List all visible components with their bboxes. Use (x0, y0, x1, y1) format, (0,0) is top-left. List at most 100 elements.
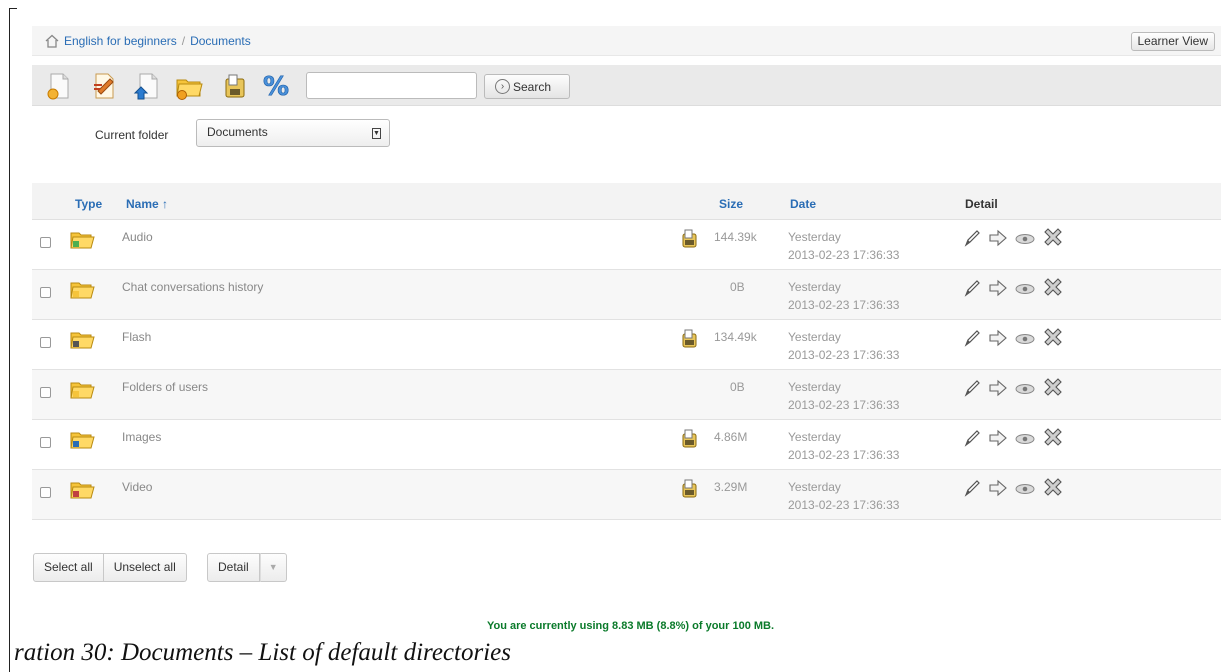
row-date-relative: Yesterday (788, 380, 841, 394)
row-checkbox[interactable] (40, 337, 51, 348)
home-icon[interactable] (44, 34, 60, 48)
row-date-relative: Yesterday (788, 430, 841, 444)
row-date-absolute: 2013-02-23 17:36:33 (788, 448, 900, 462)
row-checkbox[interactable] (40, 237, 51, 248)
column-detail: Detail (965, 197, 998, 211)
visibility-eye-icon[interactable] (1014, 278, 1036, 298)
edit-pencil-icon[interactable] (962, 478, 982, 498)
download-icon[interactable] (680, 478, 699, 498)
video-folder-icon[interactable] (69, 477, 95, 501)
column-date[interactable]: Date (790, 197, 816, 211)
detail-button[interactable]: Detail (207, 553, 260, 582)
figure-frame-top (9, 8, 17, 9)
move-arrow-icon[interactable] (988, 278, 1008, 298)
breadcrumb: English for beginners / Documents (44, 34, 251, 48)
row-checkbox[interactable] (40, 287, 51, 298)
column-size[interactable]: Size (719, 197, 743, 211)
delete-x-icon[interactable] (1042, 227, 1064, 249)
visibility-eye-icon[interactable] (1014, 328, 1036, 348)
row-size: 0B (730, 280, 745, 294)
table-row: Audio 144.39k Yesterday 2013-02-23 17:36… (32, 220, 1221, 270)
breadcrumb-bar: English for beginners / Documents Learne… (32, 26, 1221, 56)
row-date-absolute: 2013-02-23 17:36:33 (788, 248, 900, 262)
row-name-link[interactable]: Folders of users (122, 380, 208, 394)
audio-folder-icon[interactable] (69, 227, 95, 251)
table-row: Images 4.86M Yesterday 2013-02-23 17:36:… (32, 420, 1221, 470)
detail-dropdown: Detail ▼ (207, 553, 287, 582)
selection-buttons: Select all Unselect all (33, 553, 187, 582)
images-folder-icon[interactable] (69, 427, 95, 451)
row-size: 0B (730, 380, 745, 394)
current-folder-label: Current folder (95, 128, 169, 142)
row-actions (962, 227, 1070, 249)
edit-pencil-icon[interactable] (962, 428, 982, 448)
breadcrumb-separator: / (181, 34, 186, 48)
column-name[interactable]: Name ↑ (126, 197, 168, 211)
upload-icon[interactable] (132, 71, 162, 101)
visibility-eye-icon[interactable] (1014, 428, 1036, 448)
move-arrow-icon[interactable] (988, 228, 1008, 248)
download-icon[interactable] (680, 228, 699, 248)
select-all-button[interactable]: Select all (33, 553, 104, 582)
new-document-icon[interactable] (44, 71, 74, 101)
search-button[interactable]: › Search (484, 74, 570, 99)
row-actions (962, 277, 1070, 299)
row-name-link[interactable]: Chat conversations history (122, 280, 263, 294)
quota-status: You are currently using 8.83 MB (8.8%) o… (486, 620, 775, 632)
column-type[interactable]: Type (75, 197, 102, 211)
download-icon[interactable] (680, 328, 699, 348)
delete-x-icon[interactable] (1042, 277, 1064, 299)
edit-pencil-icon[interactable] (962, 278, 982, 298)
figure-caption: ration 30: Documents – List of default d… (14, 639, 511, 666)
delete-x-icon[interactable] (1042, 427, 1064, 449)
figure-frame-left (9, 8, 10, 672)
row-checkbox[interactable] (40, 487, 51, 498)
breadcrumb-course-link[interactable]: English for beginners (64, 34, 177, 48)
new-folder-icon[interactable] (174, 71, 204, 101)
delete-x-icon[interactable] (1042, 327, 1064, 349)
unselect-all-button[interactable]: Unselect all (103, 553, 187, 582)
breadcrumb-section-link[interactable]: Documents (190, 34, 251, 48)
row-actions (962, 377, 1070, 399)
download-all-icon[interactable] (220, 71, 250, 101)
edit-pencil-icon[interactable] (962, 228, 982, 248)
create-draw-icon[interactable] (89, 71, 119, 101)
edit-pencil-icon[interactable] (962, 328, 982, 348)
move-arrow-icon[interactable] (988, 478, 1008, 498)
users-folder-icon[interactable] (69, 377, 95, 401)
row-date-relative: Yesterday (788, 330, 841, 344)
row-checkbox[interactable] (40, 387, 51, 398)
edit-pencil-icon[interactable] (962, 378, 982, 398)
visibility-eye-icon[interactable] (1014, 228, 1036, 248)
table-body: Audio 144.39k Yesterday 2013-02-23 17:36… (32, 220, 1221, 520)
table-row: Folders of users 0B Yesterday 2013-02-23… (32, 370, 1221, 420)
chevron-down-icon[interactable]: ▼ (259, 553, 287, 582)
row-name-link[interactable]: Audio (122, 230, 153, 244)
learner-view-button[interactable]: Learner View (1130, 32, 1215, 51)
visibility-eye-icon[interactable] (1014, 378, 1036, 398)
table-header: Type Name ↑ Size Date Detail (32, 183, 1221, 220)
move-arrow-icon[interactable] (988, 378, 1008, 398)
chat-folder-icon[interactable] (69, 277, 95, 301)
chevron-right-icon: › (495, 79, 510, 94)
current-folder-select[interactable]: Documents ▼ (196, 119, 390, 147)
row-size: 4.86M (714, 430, 748, 444)
visibility-eye-icon[interactable] (1014, 478, 1036, 498)
row-name-link[interactable]: Flash (122, 330, 151, 344)
download-icon[interactable] (680, 428, 699, 448)
delete-x-icon[interactable] (1042, 377, 1064, 399)
row-date-absolute: 2013-02-23 17:36:33 (788, 348, 900, 362)
row-name-link[interactable]: Video (122, 480, 152, 494)
row-size: 134.49k (714, 330, 757, 344)
row-name-link[interactable]: Images (122, 430, 161, 444)
move-arrow-icon[interactable] (988, 428, 1008, 448)
row-date-absolute: 2013-02-23 17:36:33 (788, 298, 900, 312)
svg-text:%: % (263, 72, 289, 101)
move-arrow-icon[interactable] (988, 328, 1008, 348)
delete-x-icon[interactable] (1042, 477, 1064, 499)
search-input[interactable] (306, 72, 477, 99)
row-checkbox[interactable] (40, 437, 51, 448)
flash-folder-icon[interactable] (69, 327, 95, 351)
quota-icon[interactable]: % (262, 71, 292, 101)
search-button-label: Search (513, 79, 552, 94)
